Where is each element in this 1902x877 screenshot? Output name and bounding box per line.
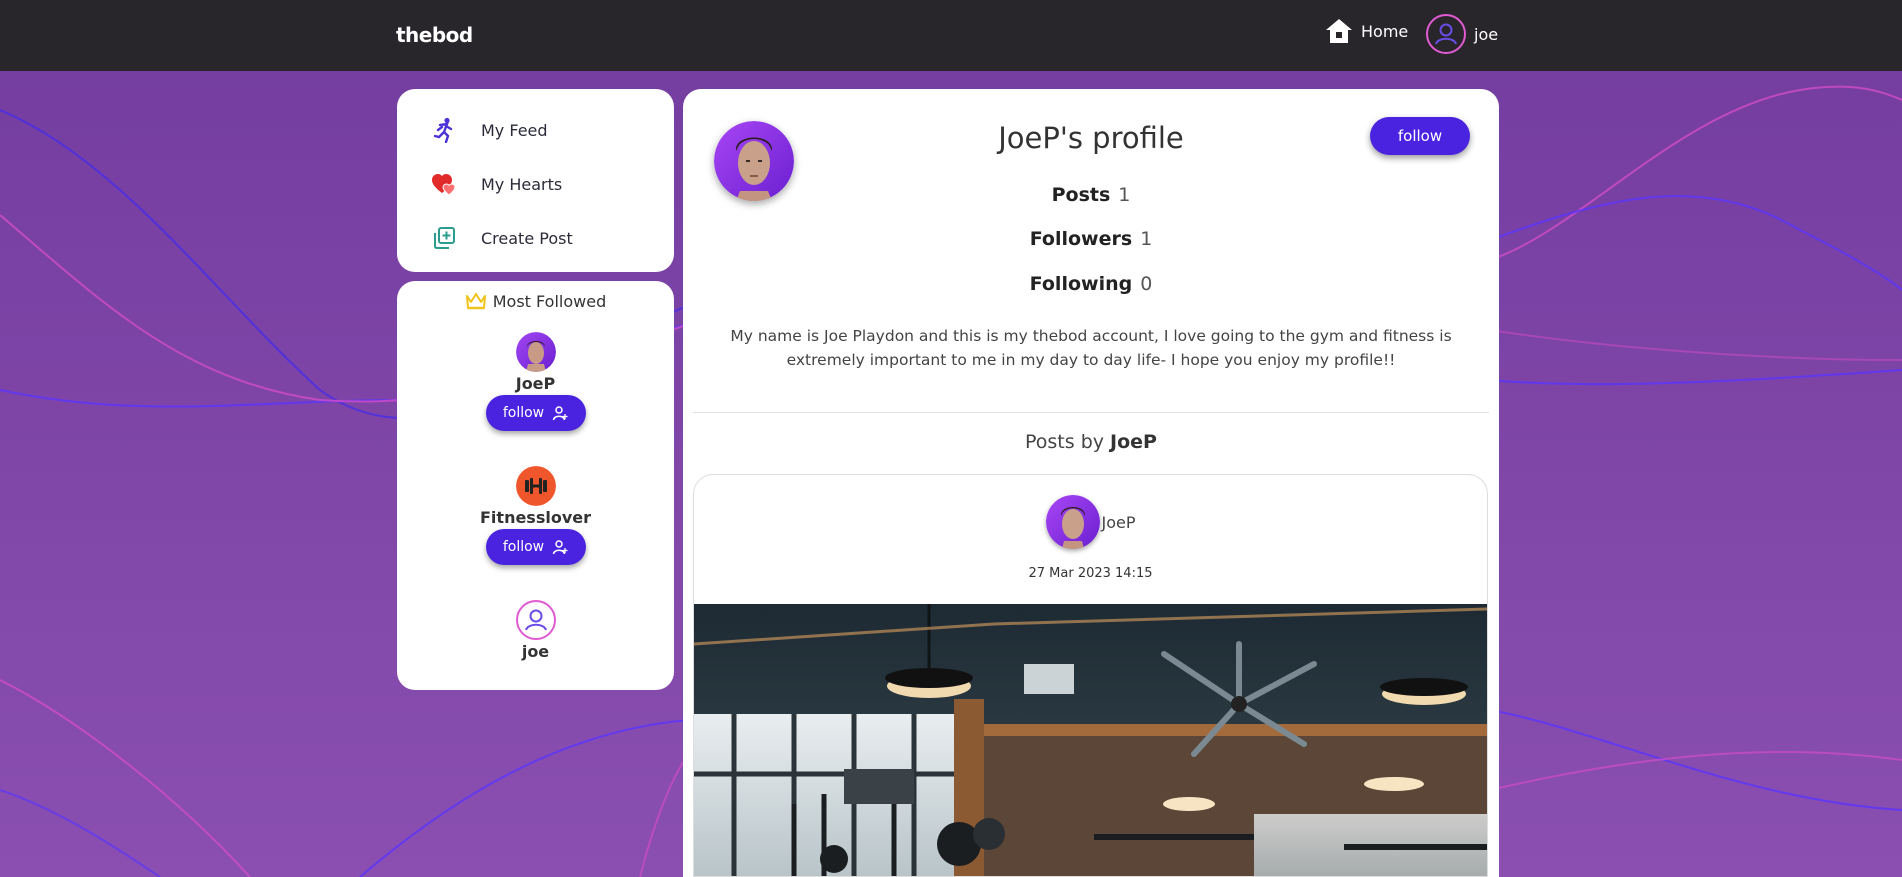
divider (693, 412, 1489, 413)
most-followed-title: Most Followed (492, 291, 607, 311)
nav-home-label: Home (1361, 21, 1409, 41)
add-user-icon (552, 406, 568, 421)
post-card: JoeP 27 Mar 2023 14:15 (693, 474, 1488, 877)
post-author-name: JoeP (1101, 512, 1136, 532)
avatar[interactable] (515, 600, 556, 640)
most-followed-name[interactable]: Fitnesslover (480, 508, 591, 527)
most-followed-name[interactable]: joe (522, 642, 549, 661)
stat-value: 1 (1140, 228, 1153, 250)
avatar[interactable] (515, 466, 556, 506)
stat-label: Followers (1029, 228, 1133, 250)
most-followed-name[interactable]: JoeP (516, 374, 556, 393)
stat-followers[interactable]: Followers 1 (683, 228, 1499, 250)
most-followed-user-joe: joe (397, 600, 674, 661)
avatar (1045, 495, 1100, 549)
nav-user-label: joe (1474, 24, 1499, 44)
posts-by-prefix: Posts by (1025, 431, 1104, 453)
user-icon (524, 609, 547, 631)
most-followed-user-joep: JoeP follow (397, 332, 674, 431)
most-followed-user-fitnesslover: Fitnesslover follow (397, 466, 674, 565)
user-icon (1435, 23, 1457, 45)
stat-following[interactable]: Following 0 (683, 273, 1499, 295)
add-post-icon (431, 225, 457, 251)
posts-by-user: JoeP (1110, 431, 1157, 453)
follow-button-label: follow (502, 405, 545, 421)
post-date: 27 Mar 2023 14:15 (1028, 566, 1153, 581)
top-navbar: thebod Home joe (0, 0, 1902, 71)
runner-icon (431, 117, 457, 143)
menu-item-my-feed[interactable]: My Feed (397, 103, 674, 157)
follow-button[interactable]: follow (485, 529, 586, 565)
most-followed-panel: Most Followed JoeP follow Fitnesslover f… (397, 281, 674, 690)
avatar[interactable] (515, 332, 556, 372)
profile-bio: My name is Joe Playdon and this is my th… (730, 327, 1452, 369)
home-icon (1326, 19, 1352, 43)
crown-icon (465, 293, 486, 310)
user-avatar (1426, 14, 1466, 54)
nav-user-menu[interactable]: joe (1426, 14, 1498, 54)
nav-home-link[interactable]: Home (1325, 18, 1408, 44)
add-user-icon (552, 540, 568, 555)
most-followed-heading: Most Followed (397, 291, 674, 311)
menu-item-create-post[interactable]: Create Post (397, 211, 674, 265)
stat-label: Following (1029, 273, 1133, 295)
post-image[interactable] (694, 604, 1488, 877)
follow-button[interactable]: follow (485, 395, 586, 431)
stat-value: 0 (1140, 273, 1153, 295)
menu-item-my-hearts[interactable]: My Hearts (397, 157, 674, 211)
posts-by-heading: Posts by JoeP (683, 431, 1499, 453)
menu-item-label: Create Post (481, 228, 573, 248)
stat-value: 1 (1118, 184, 1131, 206)
side-menu: My Feed My Hearts Create Post (397, 89, 674, 272)
follow-button[interactable]: follow (1370, 117, 1470, 155)
stat-label: Posts (1051, 184, 1111, 206)
menu-item-label: My Hearts (481, 174, 563, 194)
brand-logo[interactable]: thebod (396, 23, 473, 47)
follow-button-label: follow (502, 539, 545, 555)
stat-posts: Posts 1 (683, 184, 1499, 206)
profile-panel: JoeP's profile follow Posts 1 Followers 1 … (683, 89, 1499, 877)
hearts-icon (431, 171, 457, 197)
menu-item-label: My Feed (481, 120, 548, 140)
post-author[interactable]: JoeP (694, 495, 1487, 549)
